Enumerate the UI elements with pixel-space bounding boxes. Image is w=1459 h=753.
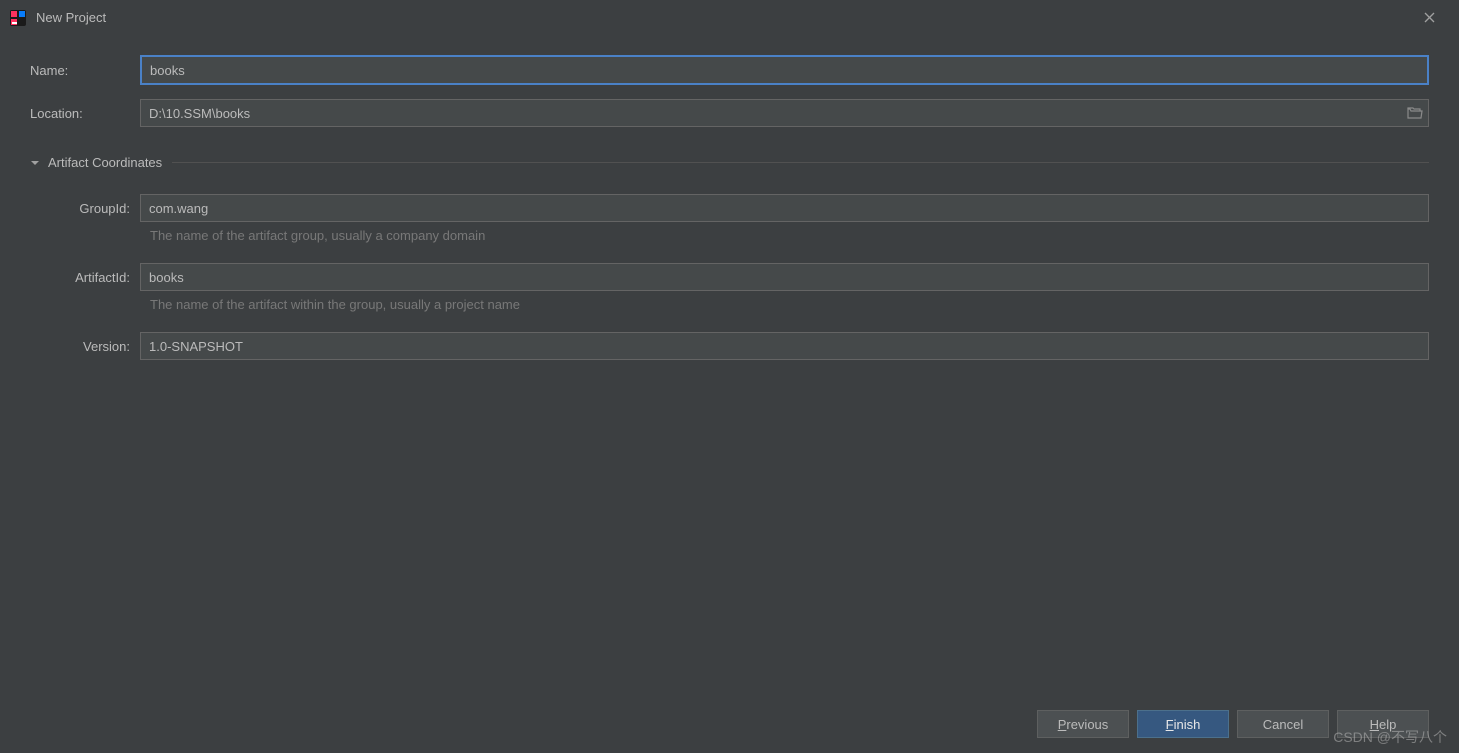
separator xyxy=(172,162,1429,163)
artifact-coordinates-section: GroupId: The name of the artifact group,… xyxy=(30,176,1429,360)
location-row: Location: xyxy=(30,99,1429,127)
close-icon xyxy=(1424,12,1435,23)
location-label: Location: xyxy=(30,106,140,121)
button-bar: Previous Finish Cancel Help xyxy=(1037,710,1429,738)
previous-button[interactable]: Previous xyxy=(1037,710,1129,738)
name-label: Name: xyxy=(30,63,140,78)
window-title: New Project xyxy=(36,10,106,25)
name-input[interactable] xyxy=(140,55,1429,85)
close-button[interactable] xyxy=(1409,3,1449,33)
artifactid-hint: The name of the artifact within the grou… xyxy=(140,297,1429,312)
groupid-row: GroupId: xyxy=(60,194,1429,222)
location-input[interactable] xyxy=(140,99,1429,127)
version-label: Version: xyxy=(60,339,140,354)
artifact-coordinates-label: Artifact Coordinates xyxy=(48,155,162,170)
intellij-icon xyxy=(10,10,26,26)
chevron-down-icon xyxy=(30,158,40,168)
groupid-hint: The name of the artifact group, usually … xyxy=(140,228,1429,243)
help-button[interactable]: Help xyxy=(1337,710,1429,738)
version-input[interactable] xyxy=(140,332,1429,360)
folder-icon xyxy=(1407,106,1423,120)
titlebar: New Project xyxy=(0,0,1459,35)
cancel-button[interactable]: Cancel xyxy=(1237,710,1329,738)
groupid-label: GroupId: xyxy=(60,201,140,216)
name-row: Name: xyxy=(30,55,1429,85)
artifact-coordinates-toggle[interactable]: Artifact Coordinates xyxy=(30,155,1429,170)
finish-button[interactable]: Finish xyxy=(1137,710,1229,738)
browse-location-button[interactable] xyxy=(1405,103,1425,123)
artifactid-input[interactable] xyxy=(140,263,1429,291)
dialog-content: Name: Location: Artifact Coordinates xyxy=(0,35,1459,360)
artifactid-row: ArtifactId: xyxy=(60,263,1429,291)
artifactid-label: ArtifactId: xyxy=(60,270,140,285)
groupid-input[interactable] xyxy=(140,194,1429,222)
version-row: Version: xyxy=(60,332,1429,360)
